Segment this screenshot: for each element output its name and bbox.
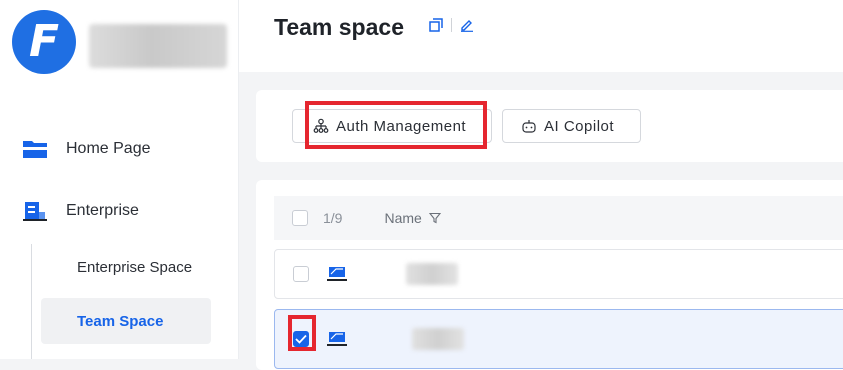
page-title: Team space (274, 14, 404, 40)
logo-letter: F (28, 16, 60, 67)
checkmark-icon (295, 334, 307, 344)
sidebar-item-enterprise-space[interactable]: Enterprise Space (41, 244, 211, 290)
name-column-header[interactable]: Name (384, 210, 441, 226)
org-chart-icon (313, 118, 329, 133)
edit-icon[interactable] (460, 18, 474, 32)
select-all-checkbox[interactable] (292, 210, 308, 226)
divider (451, 18, 452, 32)
row-checkbox-checked[interactable] (293, 331, 309, 347)
title-actions (429, 18, 474, 32)
nav-item-enterprise[interactable]: Enterprise (22, 200, 139, 222)
folder-icon (23, 141, 47, 158)
sidebar: F Home Page Enterprise Enterprise Space … (0, 0, 239, 359)
button-label: Auth Management (336, 117, 467, 135)
app-logo[interactable]: F (12, 10, 76, 74)
auth-management-button[interactable]: Auth Management (292, 109, 492, 143)
space-table: 1/9 Name (256, 180, 843, 370)
nav-label-home-page: Home Page (66, 140, 151, 157)
selection-count: 1/9 (323, 210, 343, 226)
nav-item-home-page[interactable]: Home Page (22, 138, 151, 160)
button-label: AI Copilot (544, 117, 615, 135)
row-checkbox[interactable] (293, 266, 309, 282)
row-name-redacted (412, 328, 464, 350)
row-name-redacted (406, 263, 458, 285)
column-label: Name (384, 210, 422, 226)
nav-label-enterprise: Enterprise (66, 202, 139, 219)
filter-icon[interactable] (428, 212, 441, 224)
sidebar-item-label: Enterprise Space (77, 258, 193, 276)
robot-icon (522, 120, 536, 133)
organization-name-redacted (89, 24, 227, 68)
sidebar-item-label: Team Space (77, 312, 164, 330)
table-row-selected[interactable] (274, 309, 843, 369)
building-icon (23, 202, 47, 221)
space-icon (327, 332, 347, 346)
sidebar-item-team-space[interactable]: Team Space (41, 298, 211, 344)
page-header: Team space (239, 0, 843, 72)
action-toolbar: Auth Management AI Copilot (256, 90, 843, 162)
table-row[interactable] (274, 249, 843, 299)
space-icon (327, 267, 347, 281)
ai-copilot-button[interactable]: AI Copilot (502, 109, 641, 143)
copy-icon[interactable] (429, 18, 443, 32)
tree-connector (31, 244, 32, 359)
table-header: 1/9 Name (274, 196, 843, 240)
